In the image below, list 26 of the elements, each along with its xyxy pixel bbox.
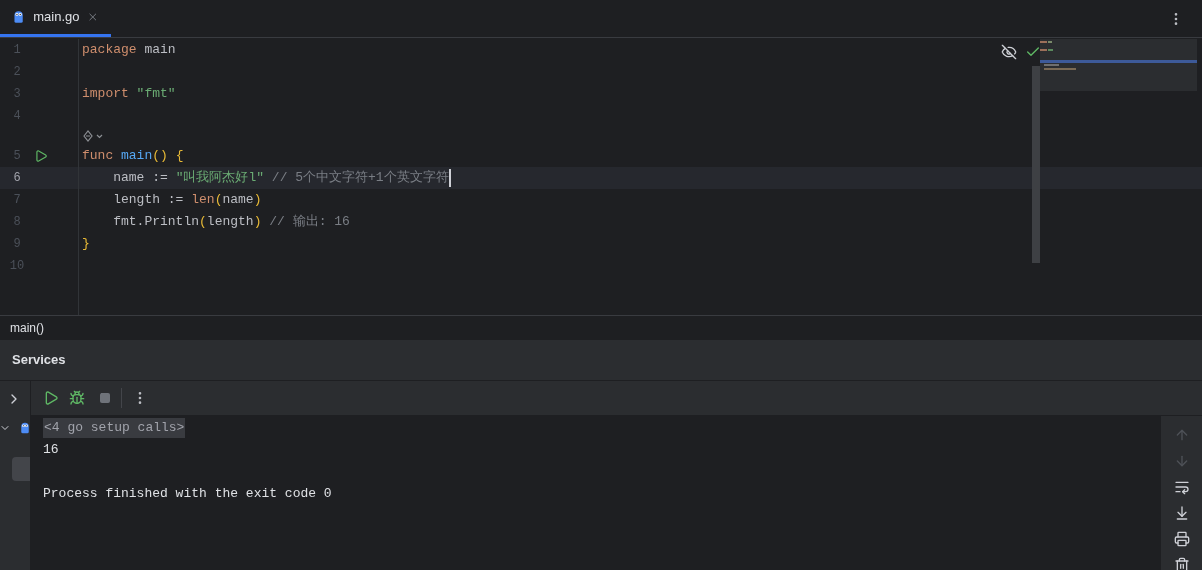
folded-output[interactable]: <4 go setup calls> — [43, 418, 186, 438]
code-line: length := len(name) — [112, 191, 262, 210]
eye-off-icon[interactable] — [1001, 44, 1017, 60]
stop-icon[interactable] — [99, 392, 111, 404]
code-line: func main() { — [81, 147, 184, 166]
close-icon[interactable] — [87, 10, 99, 24]
scrollbar[interactable] — [1032, 66, 1040, 263]
console-output: 16 — [43, 441, 59, 460]
code-line: } — [81, 235, 90, 254]
debug-icon[interactable] — [69, 390, 85, 406]
code-line: fmt.Println(length) // 输出: 16 — [112, 213, 350, 232]
panel-title: Services — [12, 351, 66, 370]
code-line: import "fmt" — [81, 85, 176, 104]
line-number: 6 — [12, 170, 22, 187]
console-output: Process finished with the exit code 0 — [43, 485, 332, 504]
run-icon[interactable] — [43, 390, 59, 406]
run-icon[interactable] — [34, 149, 48, 163]
code-line: name := "叫我阿杰好l" // 5个中文字符+1个英文字符 — [112, 168, 451, 188]
wrap-icon[interactable] — [1173, 479, 1190, 495]
code-line: package main — [81, 41, 176, 60]
print-icon[interactable] — [1173, 531, 1190, 547]
trash-icon[interactable] — [1173, 557, 1190, 570]
inlay-hint-icon[interactable] — [82, 130, 104, 142]
file-tab[interactable]: main.go — [0, 0, 111, 37]
breadcrumb[interactable]: main() — [10, 319, 44, 337]
tab-label: main.go — [33, 8, 80, 27]
